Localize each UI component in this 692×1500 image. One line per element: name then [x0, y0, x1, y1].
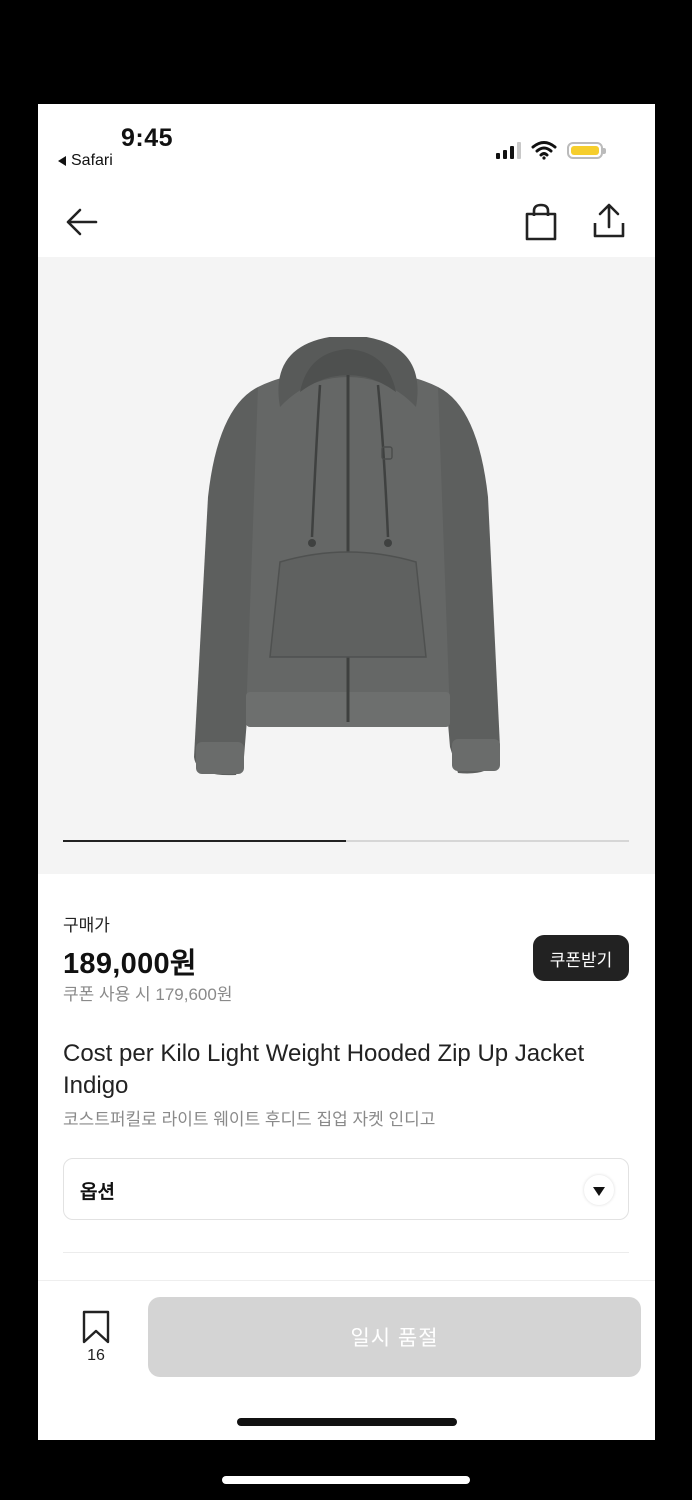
option-label: 옵션 — [80, 1182, 115, 1203]
battery-icon — [567, 141, 606, 159]
status-time: 9:45 — [121, 124, 174, 152]
product-title: Cost per Kilo Light Weight Hooded Zip Up… — [63, 1040, 585, 1099]
price-label: 구매가 — [63, 916, 110, 935]
home-indicator[interactable] — [237, 1418, 457, 1426]
dropdown-arrow-icon[interactable] — [584, 1175, 614, 1205]
coupon-price: 쿠폰 사용 시 179,600원 — [63, 985, 233, 1004]
back-app-label: Safari — [71, 152, 113, 169]
section-divider — [63, 1252, 629, 1253]
bookmark-count: 16 — [87, 1347, 105, 1364]
get-coupon-button[interactable]: 쿠폰받기 — [533, 935, 629, 981]
product-photo — [194, 337, 500, 776]
bottom-action-bar: 16 일시 품절 — [38, 1280, 655, 1440]
gallery-progress-fill — [63, 840, 346, 842]
cellular-signal-icon — [496, 141, 521, 159]
wifi-icon — [531, 141, 557, 160]
sold-out-button[interactable]: 일시 품절 — [148, 1297, 641, 1377]
back-triangle-icon — [58, 156, 66, 166]
share-icon[interactable] — [590, 201, 628, 241]
product-subtitle: 코스트퍼킬로 라이트 웨이트 후디드 집업 자켓 인디고 — [63, 1110, 436, 1129]
bookmark-icon — [82, 1310, 110, 1344]
arrow-left-icon[interactable] — [62, 204, 102, 240]
status-icons — [496, 140, 606, 160]
product-image-gallery[interactable] — [38, 257, 655, 874]
bookmark-button[interactable]: 16 — [78, 1309, 114, 1369]
product-price: 189,000원 — [63, 948, 197, 980]
shopping-bag-icon[interactable] — [523, 202, 559, 242]
back-to-app-link[interactable]: Safari — [58, 152, 113, 170]
option-select[interactable]: 옵션 — [63, 1158, 629, 1220]
outer-home-indicator — [222, 1476, 470, 1484]
gallery-progress — [63, 840, 629, 842]
app-screen: 9:45 Safari 구매가 189,000원 쿠폰 사용 시 179,600… — [38, 104, 655, 1440]
